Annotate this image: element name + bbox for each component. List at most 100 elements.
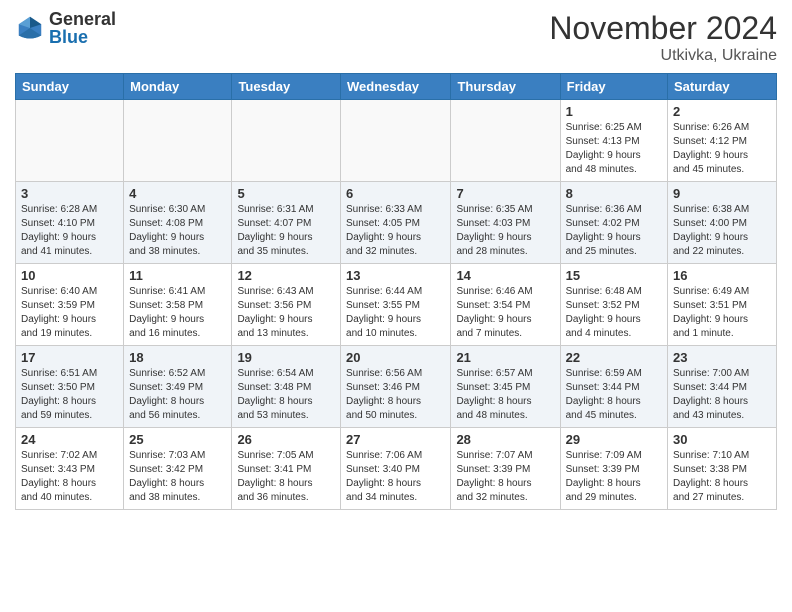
table-row: 13Sunrise: 6:44 AM Sunset: 3:55 PM Dayli… [341,264,451,346]
day-content: Sunrise: 7:00 AM Sunset: 3:44 PM Dayligh… [673,367,771,423]
table-row: 6Sunrise: 6:33 AM Sunset: 4:05 PM Daylig… [341,182,451,264]
calendar-week-row: 1 Sunrise: 6:25 AM Sunset: 4:13 PM Daylig… [16,100,777,182]
day-content: Sunrise: 6:54 AM Sunset: 3:48 PM Dayligh… [237,367,335,423]
table-row: 1 Sunrise: 6:25 AM Sunset: 4:13 PM Daylig… [560,100,667,182]
table-row: 26 Sunrise: 7:05 AM Sunset: 3:41 PM Dayli… [232,428,341,510]
table-row: 5Sunrise: 6:31 AM Sunset: 4:07 PM Daylig… [232,182,341,264]
day-content: Sunrise: 6:41 AM Sunset: 3:58 PM Dayligh… [129,285,226,341]
day-number: 5 [237,186,335,201]
calendar-week-row: 10 Sunrise: 6:40 AM Sunset: 3:59 PM Dayli… [16,264,777,346]
day-number: 10 [21,268,118,283]
day-content: Sunrise: 6:36 AM Sunset: 4:02 PM Dayligh… [566,203,662,259]
table-row: 4Sunrise: 6:30 AM Sunset: 4:08 PM Daylig… [124,182,232,264]
day-content: Sunrise: 6:43 AM Sunset: 3:56 PM Dayligh… [237,285,335,341]
day-content: Sunrise: 6:35 AM Sunset: 4:03 PM Dayligh… [456,203,554,259]
table-row [16,100,124,182]
day-content: Sunrise: 6:28 AM Sunset: 4:10 PM Dayligh… [21,203,118,259]
day-content: Sunrise: 7:07 AM Sunset: 3:39 PM Dayligh… [456,449,554,505]
day-number: 8 [566,186,662,201]
logo-blue-text: Blue [49,28,116,46]
header-wednesday: Wednesday [341,74,451,100]
table-row: 22Sunrise: 6:59 AM Sunset: 3:44 PM Dayli… [560,346,667,428]
header-saturday: Saturday [668,74,777,100]
logo-general-text: General [49,10,116,28]
table-row: 25Sunrise: 7:03 AM Sunset: 3:42 PM Dayli… [124,428,232,510]
table-row: 3 Sunrise: 6:28 AM Sunset: 4:10 PM Daylig… [16,182,124,264]
table-row: 28 Sunrise: 7:07 AM Sunset: 3:39 PM Dayli… [451,428,560,510]
day-number: 18 [129,350,226,365]
day-content: Sunrise: 6:25 AM Sunset: 4:13 PM Dayligh… [566,121,662,177]
calendar-table: Sunday Monday Tuesday Wednesday Thursday… [15,73,777,510]
day-content: Sunrise: 6:40 AM Sunset: 3:59 PM Dayligh… [21,285,118,341]
day-number: 23 [673,350,771,365]
day-number: 20 [346,350,445,365]
table-row: 8 Sunrise: 6:36 AM Sunset: 4:02 PM Daylig… [560,182,667,264]
day-number: 25 [129,432,226,447]
table-row: 11 Sunrise: 6:41 AM Sunset: 3:58 PM Dayli… [124,264,232,346]
table-row: 19 Sunrise: 6:54 AM Sunset: 3:48 PM Dayli… [232,346,341,428]
day-number: 14 [456,268,554,283]
day-number: 9 [673,186,771,201]
header-thursday: Thursday [451,74,560,100]
day-content: Sunrise: 7:05 AM Sunset: 3:41 PM Dayligh… [237,449,335,505]
day-number: 28 [456,432,554,447]
header-tuesday: Tuesday [232,74,341,100]
table-row: 14 Sunrise: 6:46 AM Sunset: 3:54 PM Dayli… [451,264,560,346]
day-number: 6 [346,186,445,201]
day-content: Sunrise: 7:02 AM Sunset: 3:43 PM Dayligh… [21,449,118,505]
day-number: 27 [346,432,445,447]
day-number: 3 [21,186,118,201]
day-content: Sunrise: 6:26 AM Sunset: 4:12 PM Dayligh… [673,121,771,177]
table-row: 9 Sunrise: 6:38 AM Sunset: 4:00 PM Daylig… [668,182,777,264]
day-content: Sunrise: 6:46 AM Sunset: 3:54 PM Dayligh… [456,285,554,341]
table-row [232,100,341,182]
calendar-week-row: 17Sunrise: 6:51 AM Sunset: 3:50 PM Dayli… [16,346,777,428]
day-number: 16 [673,268,771,283]
table-row [341,100,451,182]
table-row: 2 Sunrise: 6:26 AM Sunset: 4:12 PM Daylig… [668,100,777,182]
header-friday: Friday [560,74,667,100]
table-row: 17Sunrise: 6:51 AM Sunset: 3:50 PM Dayli… [16,346,124,428]
table-row: 24 Sunrise: 7:02 AM Sunset: 3:43 PM Dayli… [16,428,124,510]
day-number: 26 [237,432,335,447]
table-row: 10 Sunrise: 6:40 AM Sunset: 3:59 PM Dayli… [16,264,124,346]
calendar-page: General Blue November 2024 Utkivka, Ukra… [0,0,792,612]
month-title: November 2024 [549,10,777,47]
day-number: 2 [673,104,771,119]
day-content: Sunrise: 6:56 AM Sunset: 3:46 PM Dayligh… [346,367,445,423]
header: General Blue November 2024 Utkivka, Ukra… [15,10,777,65]
table-row: 20 Sunrise: 6:56 AM Sunset: 3:46 PM Dayli… [341,346,451,428]
table-row: 29Sunrise: 7:09 AM Sunset: 3:39 PM Dayli… [560,428,667,510]
day-content: Sunrise: 6:52 AM Sunset: 3:49 PM Dayligh… [129,367,226,423]
day-content: Sunrise: 7:06 AM Sunset: 3:40 PM Dayligh… [346,449,445,505]
table-row: 30 Sunrise: 7:10 AM Sunset: 3:38 PM Dayli… [668,428,777,510]
day-number: 29 [566,432,662,447]
day-content: Sunrise: 6:57 AM Sunset: 3:45 PM Dayligh… [456,367,554,423]
day-number: 4 [129,186,226,201]
table-row: 7Sunrise: 6:35 AM Sunset: 4:03 PM Daylig… [451,182,560,264]
day-number: 30 [673,432,771,447]
calendar-header-row: Sunday Monday Tuesday Wednesday Thursday… [16,74,777,100]
location: Utkivka, Ukraine [549,47,777,65]
day-number: 19 [237,350,335,365]
day-number: 12 [237,268,335,283]
day-number: 21 [456,350,554,365]
table-row [451,100,560,182]
day-number: 24 [21,432,118,447]
day-number: 11 [129,268,226,283]
day-content: Sunrise: 6:59 AM Sunset: 3:44 PM Dayligh… [566,367,662,423]
day-number: 1 [566,104,662,119]
table-row [124,100,232,182]
day-content: Sunrise: 7:10 AM Sunset: 3:38 PM Dayligh… [673,449,771,505]
title-area: November 2024 Utkivka, Ukraine [549,10,777,65]
day-number: 15 [566,268,662,283]
header-monday: Monday [124,74,232,100]
day-number: 17 [21,350,118,365]
calendar-week-row: 24 Sunrise: 7:02 AM Sunset: 3:43 PM Dayli… [16,428,777,510]
day-content: Sunrise: 6:48 AM Sunset: 3:52 PM Dayligh… [566,285,662,341]
header-sunday: Sunday [16,74,124,100]
day-content: Sunrise: 6:44 AM Sunset: 3:55 PM Dayligh… [346,285,445,341]
day-content: Sunrise: 6:49 AM Sunset: 3:51 PM Dayligh… [673,285,771,341]
calendar-week-row: 3 Sunrise: 6:28 AM Sunset: 4:10 PM Daylig… [16,182,777,264]
day-content: Sunrise: 6:38 AM Sunset: 4:00 PM Dayligh… [673,203,771,259]
